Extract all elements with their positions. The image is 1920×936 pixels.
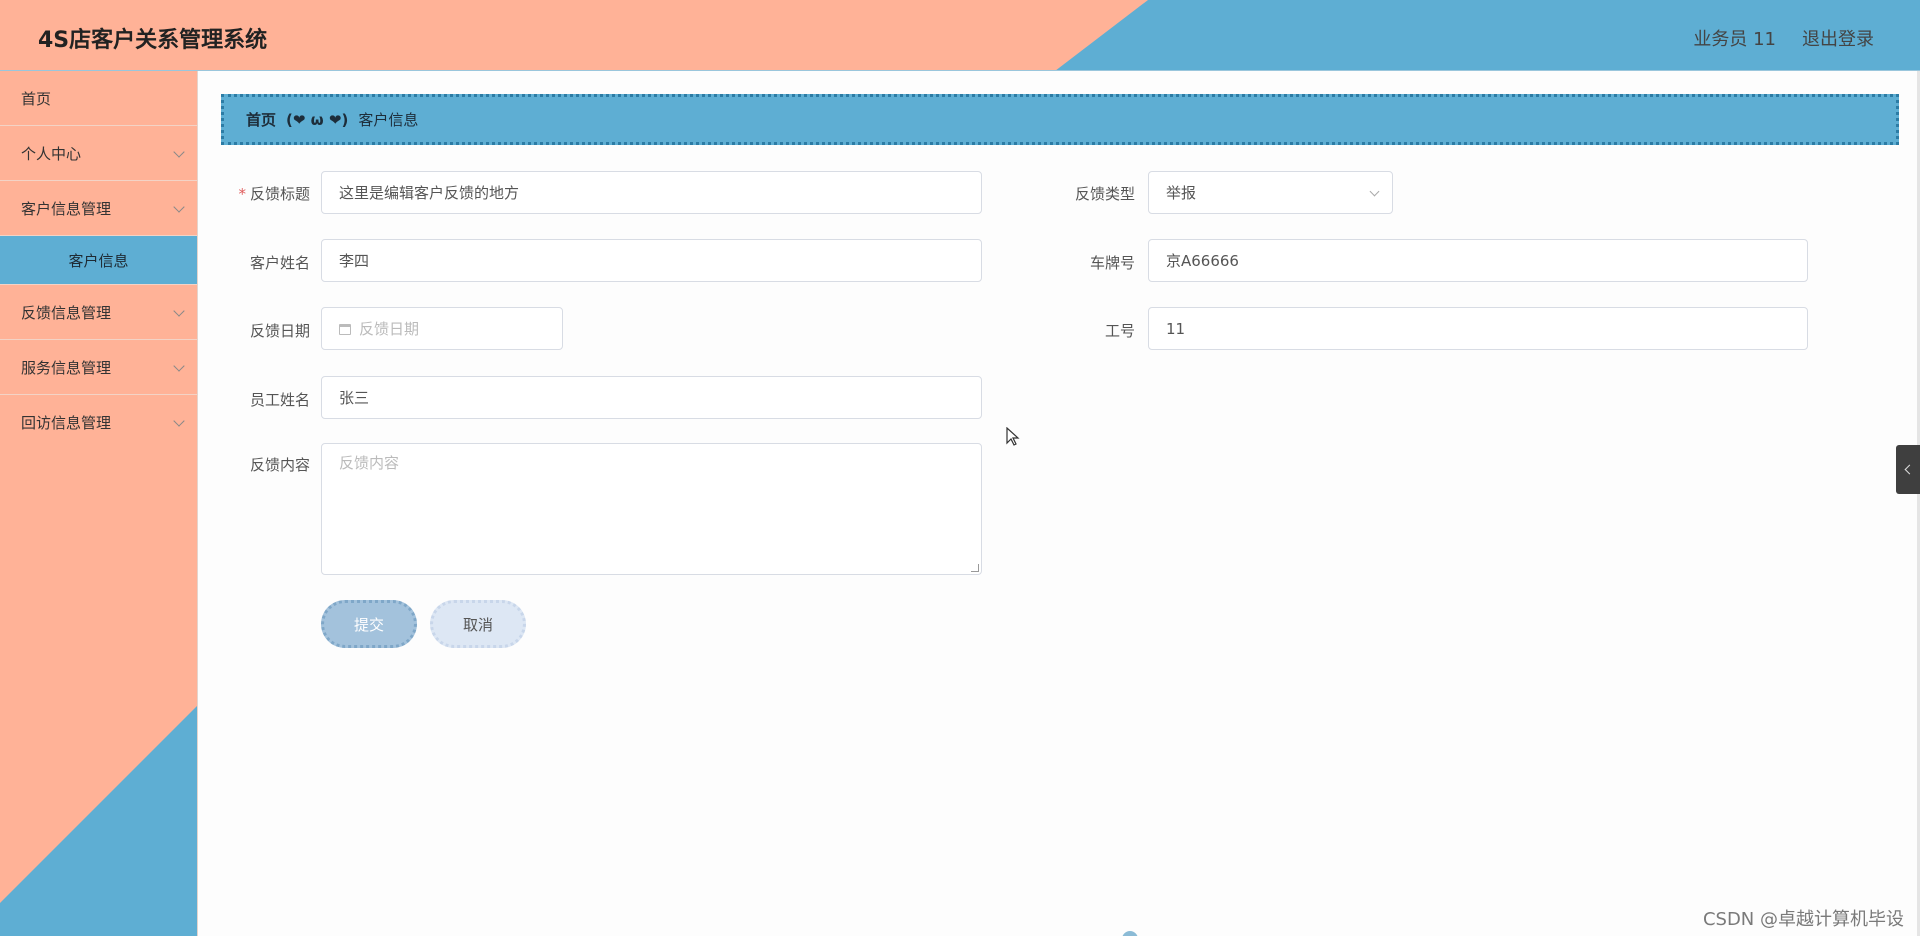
- chevron-down-icon: [173, 146, 185, 158]
- watermark: CSDN @卓越计算机毕设: [1702, 909, 1904, 930]
- plate-number-label: 车牌号: [1089, 254, 1135, 272]
- chevron-down-icon: [173, 415, 185, 427]
- sidebar-item-personal-center[interactable]: 个人中心: [0, 126, 197, 181]
- breadcrumb-current: 客户信息: [358, 111, 419, 129]
- sidebar-item-label: 客户信息管理: [21, 199, 112, 218]
- sidebar-item-label: 个人中心: [21, 144, 82, 163]
- sidebar-item-label: 客户信息: [68, 251, 129, 270]
- chevron-down-icon: [1369, 186, 1380, 197]
- chevron-left-icon: [1904, 464, 1915, 475]
- sidebar-item-label: 反馈信息管理: [21, 303, 112, 322]
- app-title: 4S店客户关系管理系统: [38, 28, 268, 53]
- cancel-button[interactable]: 取消: [430, 600, 526, 648]
- feedback-content-label: 反馈内容: [249, 456, 310, 474]
- sidebar-item-label: 服务信息管理: [21, 358, 112, 377]
- plate-number-input[interactable]: 京A66666: [1148, 239, 1808, 282]
- sidebar: 首页 个人中心 客户信息管理 客户信息 反馈信息管理 服务信息管理 回访信息管理: [0, 71, 198, 936]
- chevron-down-icon: [173, 201, 185, 213]
- customer-name-label: 客户姓名: [249, 254, 310, 272]
- employee-name-label: 员工姓名: [249, 391, 310, 409]
- breadcrumb-home[interactable]: 首页: [246, 109, 276, 130]
- feedback-title-value: 这里是编辑客户反馈的地方: [339, 184, 520, 202]
- feedback-type-select[interactable]: 举报: [1148, 171, 1393, 214]
- feedback-title-label: * 反馈标题: [238, 185, 310, 203]
- sidebar-item-label: 回访信息管理: [21, 414, 112, 432]
- chevron-down-icon: [173, 360, 185, 372]
- feedback-content-placeholder: 反馈内容: [339, 454, 400, 472]
- submit-button[interactable]: 提交: [321, 600, 417, 648]
- feedback-content-textarea[interactable]: 反馈内容: [321, 443, 982, 575]
- customer-name-input[interactable]: 李四: [321, 239, 982, 282]
- current-user-label: 业务员 11: [1693, 29, 1776, 50]
- breadcrumb-separator: (❤ ω ❤): [286, 110, 349, 129]
- required-mark: *: [238, 185, 246, 203]
- feedback-type-value: 举报: [1166, 184, 1197, 202]
- sidebar-item-home[interactable]: 首页: [0, 71, 197, 126]
- sidebar-item-customer-management[interactable]: 客户信息管理: [0, 181, 197, 236]
- header-peach-band: [0, 0, 1148, 70]
- feedback-date-picker[interactable]: 反馈日期: [321, 307, 563, 350]
- breadcrumb: 首页 (❤ ω ❤) 客户信息: [221, 94, 1899, 145]
- collapse-panel-tab[interactable]: [1896, 445, 1920, 494]
- calendar-icon: [339, 324, 351, 335]
- feedback-date-placeholder: 反馈日期: [359, 320, 420, 338]
- sidebar-item-service-management[interactable]: 服务信息管理: [0, 340, 197, 395]
- feedback-date-label: 反馈日期: [249, 322, 310, 340]
- scroll-indicator: [1122, 931, 1138, 936]
- mouse-cursor-icon: [1006, 426, 1020, 451]
- header-user-area: 业务员 11 退出登录: [1693, 25, 1874, 51]
- job-number-value: 11: [1166, 319, 1186, 338]
- sidebar-item-label: 首页: [21, 89, 52, 108]
- chevron-down-icon: [173, 305, 185, 317]
- job-number-input[interactable]: 11: [1148, 307, 1808, 350]
- employee-name-input[interactable]: 张三: [321, 376, 982, 419]
- resize-handle-icon[interactable]: [971, 564, 979, 572]
- sidebar-item-visit-management[interactable]: 回访信息管理: [0, 395, 197, 450]
- top-header: 4S店客户关系管理系统 业务员 11 退出登录: [0, 0, 1920, 71]
- employee-name-value: 张三: [339, 389, 370, 407]
- sidebar-subitem-customer-info[interactable]: 客户信息: [0, 236, 197, 285]
- plate-number-value: 京A66666: [1166, 252, 1239, 270]
- logout-link[interactable]: 退出登录: [1802, 25, 1874, 51]
- feedback-type-label: 反馈类型: [1074, 185, 1135, 203]
- feedback-title-input[interactable]: 这里是编辑客户反馈的地方: [321, 171, 982, 214]
- job-number-label: 工号: [1104, 322, 1135, 340]
- sidebar-item-feedback-management[interactable]: 反馈信息管理: [0, 285, 197, 340]
- customer-name-value: 李四: [339, 252, 370, 270]
